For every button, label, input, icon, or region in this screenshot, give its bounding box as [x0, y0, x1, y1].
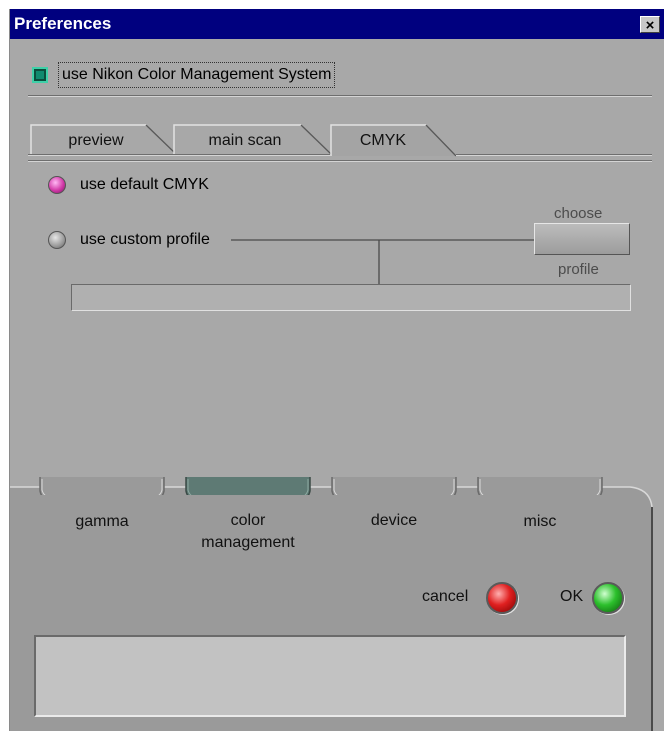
message-area: [34, 635, 626, 717]
cancel-label[interactable]: cancel: [422, 588, 468, 606]
tab-divider: [28, 160, 652, 162]
category-tab-color-management[interactable]: [184, 477, 312, 495]
category-tab-misc[interactable]: [476, 477, 604, 495]
tab-baseline-right: [456, 154, 652, 156]
category-label-device[interactable]: device: [334, 512, 454, 530]
tab-cmyk-label: CMYK: [359, 132, 407, 149]
choose-label: choose: [554, 205, 603, 222]
tab-main-scan-label: main scan: [208, 132, 282, 149]
default-cmyk-label[interactable]: use default CMYK: [80, 176, 209, 194]
tab-baseline: [28, 154, 330, 156]
profile-label: profile: [558, 261, 599, 278]
tab-preview-label: preview: [68, 132, 124, 149]
category-label-misc[interactable]: misc: [480, 513, 600, 531]
cms-checkbox[interactable]: [32, 67, 48, 83]
window-title: Preferences: [14, 14, 112, 33]
tab-preview[interactable]: preview: [30, 123, 178, 155]
choose-profile-button[interactable]: [534, 223, 630, 255]
cms-checkbox-label[interactable]: use Nikon Color Management System: [58, 62, 336, 88]
title-bar: Preferences ×: [10, 9, 664, 39]
preferences-window: Preferences × use Nikon Color Management…: [9, 9, 664, 731]
divider: [28, 95, 652, 97]
close-button[interactable]: ×: [640, 16, 660, 34]
tab-main-scan[interactable]: main scan: [173, 123, 333, 155]
tab-cmyk[interactable]: CMYK: [330, 123, 460, 157]
category-tab-gamma[interactable]: [38, 477, 166, 495]
cancel-button[interactable]: [486, 582, 518, 614]
ok-button[interactable]: [592, 582, 624, 614]
bottom-panel: gamma color management device misc cance…: [10, 477, 664, 731]
ok-label[interactable]: OK: [560, 588, 583, 606]
category-label-gamma[interactable]: gamma: [42, 513, 162, 531]
category-tab-device[interactable]: [330, 477, 458, 495]
profile-path-field[interactable]: [71, 284, 631, 311]
default-cmyk-radio[interactable]: [48, 176, 66, 194]
category-label-color-management[interactable]: color management: [180, 510, 316, 554]
